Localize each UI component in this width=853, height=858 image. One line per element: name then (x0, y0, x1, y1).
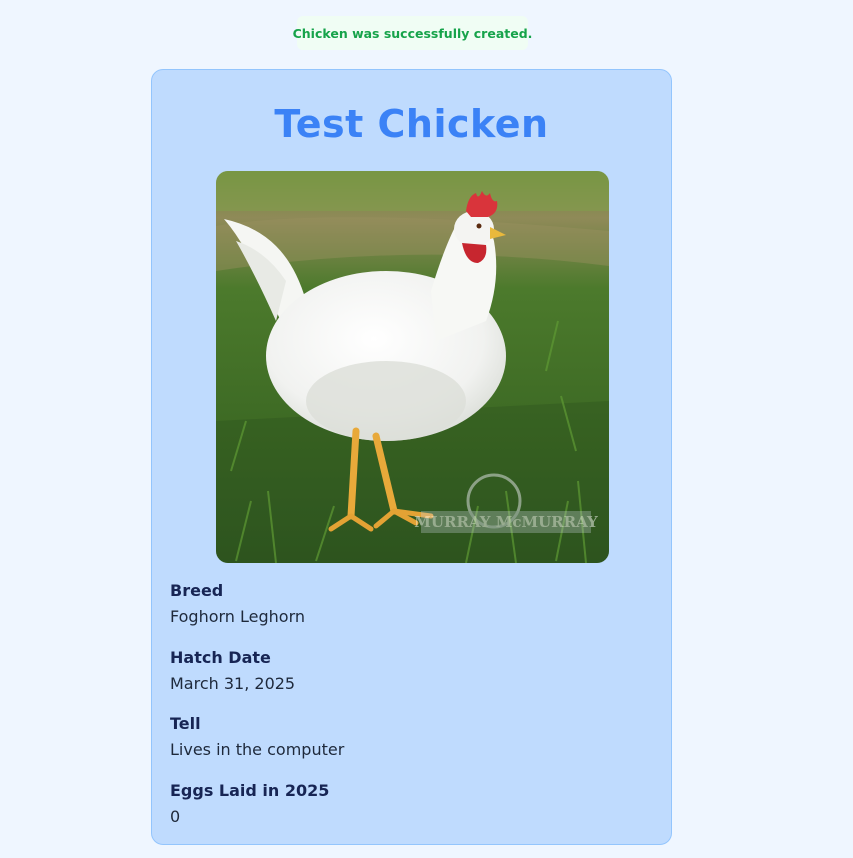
field-value: March 31, 2025 (170, 673, 296, 693)
field-value: Lives in the computer (170, 740, 345, 759)
photo-watermark-text: MURRAY McMURRAY (414, 513, 598, 531)
field-hatch-date: Hatch Date March 31, 2025 (170, 647, 653, 714)
chicken-name-heading: Test Chicken (274, 102, 549, 146)
flash-notice: Chicken was successfully created. (293, 16, 532, 50)
field-label: Eggs Laid in 2025 (170, 780, 330, 800)
field-value: Foghorn Leghorn (170, 607, 306, 626)
field-tell: Tell Lives in the computer (170, 713, 653, 780)
field-value: 0 (170, 806, 181, 826)
flash-notice-text: Chicken was successfully created. (292, 25, 533, 41)
field-breed: Breed Foghorn Leghorn (170, 580, 653, 647)
chicken-photo: MURRAY McMURRAY (216, 171, 609, 563)
chicken-details: Breed Foghorn Leghorn Hatch Date March 3… (170, 580, 653, 846)
field-label: Breed (170, 581, 224, 600)
field-label: Tell (170, 714, 201, 733)
field-eggs-laid: Eggs Laid in 2025 0 (170, 780, 653, 847)
field-label: Hatch Date (170, 647, 271, 667)
chicken-card: Test Chicken MURRAY McMURRAY Breed Fogho… (151, 69, 672, 845)
